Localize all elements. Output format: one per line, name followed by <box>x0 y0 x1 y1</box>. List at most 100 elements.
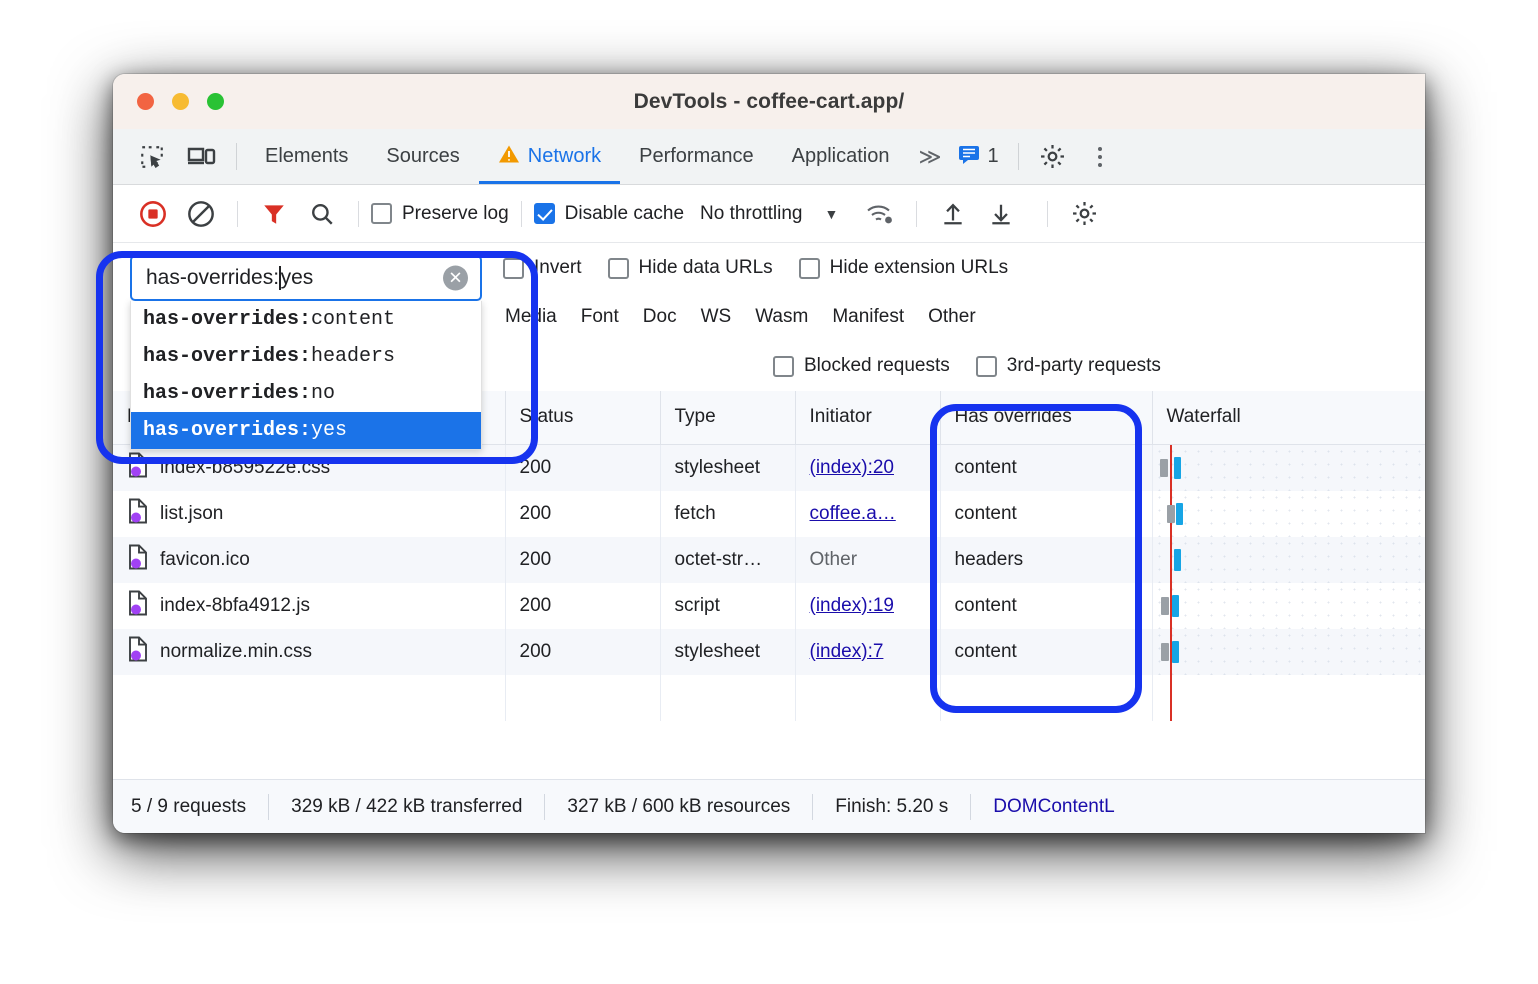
search-icon[interactable] <box>298 201 346 227</box>
hide-data-urls-checkbox[interactable]: Hide data URLs <box>608 257 773 279</box>
clear-icon[interactable] <box>177 200 225 228</box>
file-override-icon <box>127 498 149 530</box>
initiator-link[interactable]: coffee.a… <box>810 503 896 524</box>
autocomplete-item-content[interactable]: has-overrides:content <box>131 301 481 338</box>
autocomplete-item-yes[interactable]: has-overrides:yes <box>131 412 481 449</box>
cell-waterfall <box>1152 537 1425 583</box>
autocomplete-value: no <box>311 382 335 405</box>
filter-input[interactable]: has-overrides:yes ✕ <box>130 255 482 301</box>
disable-cache-checkbox[interactable]: Disable cache <box>534 203 684 225</box>
issues-counter[interactable]: 1 <box>948 129 1008 184</box>
initiator-link[interactable]: (index):20 <box>810 457 895 478</box>
third-party-requests-checkbox[interactable]: 3rd-party requests <box>976 355 1161 377</box>
tab-network[interactable]: Network <box>479 129 620 184</box>
request-name: normalize.min.css <box>160 641 312 663</box>
export-har-icon[interactable] <box>977 201 1025 227</box>
type-filter-wasm[interactable]: Wasm <box>755 306 808 328</box>
cell-initiator[interactable]: (index):7 <box>795 629 940 675</box>
table-row[interactable]: normalize.min.css 200 stylesheet (index)… <box>113 629 1425 675</box>
blocked-requests-checkbox[interactable]: Blocked requests <box>773 355 950 377</box>
hide-data-urls-box[interactable] <box>608 258 629 279</box>
type-filter-font[interactable]: Font <box>581 306 619 328</box>
settings-gear-icon[interactable] <box>1028 129 1078 184</box>
filter-input-text-before-cursor: has-overrides: <box>146 266 279 290</box>
window-title: DevTools - coffee-cart.app/ <box>634 90 905 114</box>
request-name: index-b859522e.css <box>160 457 330 479</box>
disable-cache-box[interactable] <box>534 203 555 224</box>
autocomplete-value: content <box>311 308 395 331</box>
column-header-type[interactable]: Type <box>660 391 795 444</box>
autocomplete-item-no[interactable]: has-overrides:no <box>131 375 481 412</box>
maximize-window-button[interactable] <box>207 93 224 110</box>
chevron-down-icon[interactable]: ▼ <box>824 206 838 222</box>
toolbar-divider-3 <box>521 201 522 227</box>
column-header-waterfall[interactable]: Waterfall <box>1152 391 1425 444</box>
throttling-select[interactable]: No throttling <box>700 203 802 225</box>
cell-name: normalize.min.css <box>113 629 505 675</box>
cell-type: fetch <box>660 491 795 537</box>
cell-name: list.json <box>113 491 505 537</box>
third-party-requests-box[interactable] <box>976 356 997 377</box>
cell-status: 200 <box>505 583 660 629</box>
status-finish: Finish: 5.20 s <box>813 796 970 818</box>
preserve-log-checkbox[interactable]: Preserve log <box>371 203 509 225</box>
cell-initiator[interactable]: (index):19 <box>795 583 940 629</box>
cell-type: script <box>660 583 795 629</box>
type-filter-ws[interactable]: WS <box>701 306 732 328</box>
type-filter-doc[interactable]: Doc <box>643 306 677 328</box>
blocked-requests-box[interactable] <box>773 356 794 377</box>
more-options-kebab-icon[interactable] <box>1078 129 1122 184</box>
cell-initiator[interactable]: coffee.a… <box>795 491 940 537</box>
type-filter-manifest[interactable]: Manifest <box>832 306 904 328</box>
autocomplete-item-headers[interactable]: has-overrides:headers <box>131 338 481 375</box>
column-header-has-overrides[interactable]: Has overrides <box>940 391 1152 444</box>
filter-zone: Invert Hide data URLs Hide extension URL… <box>113 243 1425 391</box>
hide-extension-urls-checkbox[interactable]: Hide extension URLs <box>799 257 1008 279</box>
column-header-initiator[interactable]: Initiator <box>795 391 940 444</box>
record-stop-icon[interactable] <box>129 200 177 228</box>
invert-box[interactable] <box>503 258 524 279</box>
file-override-icon <box>127 590 149 622</box>
initiator-link[interactable]: (index):7 <box>810 641 884 662</box>
cell-name: favicon.ico <box>113 537 505 583</box>
type-filter-other[interactable]: Other <box>928 306 976 328</box>
initiator-link[interactable]: (index):19 <box>810 595 895 616</box>
column-header-status[interactable]: Status <box>505 391 660 444</box>
clear-filter-icon[interactable]: ✕ <box>443 266 468 291</box>
tab-sources[interactable]: Sources <box>367 129 478 184</box>
tab-elements[interactable]: Elements <box>246 129 367 184</box>
table-empty-row <box>113 675 1425 721</box>
import-har-icon[interactable] <box>929 201 977 227</box>
type-filter-media[interactable]: Media <box>505 306 557 328</box>
network-conditions-wifi-icon[interactable] <box>856 201 904 227</box>
table-row[interactable]: list.json 200 fetch coffee.a… content <box>113 491 1425 537</box>
tab-performance-label: Performance <box>639 145 754 168</box>
table-row[interactable]: index-b859522e.css 200 stylesheet (index… <box>113 444 1425 491</box>
table-row[interactable]: index-8bfa4912.js 200 script (index):19 … <box>113 583 1425 629</box>
preserve-log-box[interactable] <box>371 203 392 224</box>
request-name: list.json <box>160 503 223 525</box>
blocked-requests-label: Blocked requests <box>804 355 950 377</box>
more-tabs-chevron-icon[interactable]: ≫ <box>908 129 948 184</box>
toolbar-divider-4 <box>916 201 917 227</box>
tab-performance[interactable]: Performance <box>620 129 773 184</box>
hide-extension-urls-label: Hide extension URLs <box>830 257 1008 279</box>
filter-funnel-icon[interactable] <box>250 201 298 227</box>
device-toolbar-icon[interactable] <box>177 129 227 184</box>
request-name: index-8bfa4912.js <box>160 595 310 617</box>
invert-checkbox[interactable]: Invert <box>503 257 582 279</box>
cell-initiator[interactable]: (index):20 <box>795 444 940 491</box>
inspect-element-icon[interactable] <box>127 129 177 184</box>
cell-waterfall <box>1152 491 1425 537</box>
cell-type: octet-str… <box>660 537 795 583</box>
table-row[interactable]: favicon.ico 200 octet-str… Other headers <box>113 537 1425 583</box>
hide-extension-urls-box[interactable] <box>799 258 820 279</box>
window-controls[interactable] <box>137 93 224 110</box>
cell-waterfall <box>1152 583 1425 629</box>
minimize-window-button[interactable] <box>172 93 189 110</box>
tab-application[interactable]: Application <box>773 129 909 184</box>
issues-count-label: 1 <box>987 145 998 168</box>
issues-message-icon <box>958 144 980 170</box>
close-window-button[interactable] <box>137 93 154 110</box>
network-settings-gear-icon[interactable] <box>1060 200 1108 227</box>
